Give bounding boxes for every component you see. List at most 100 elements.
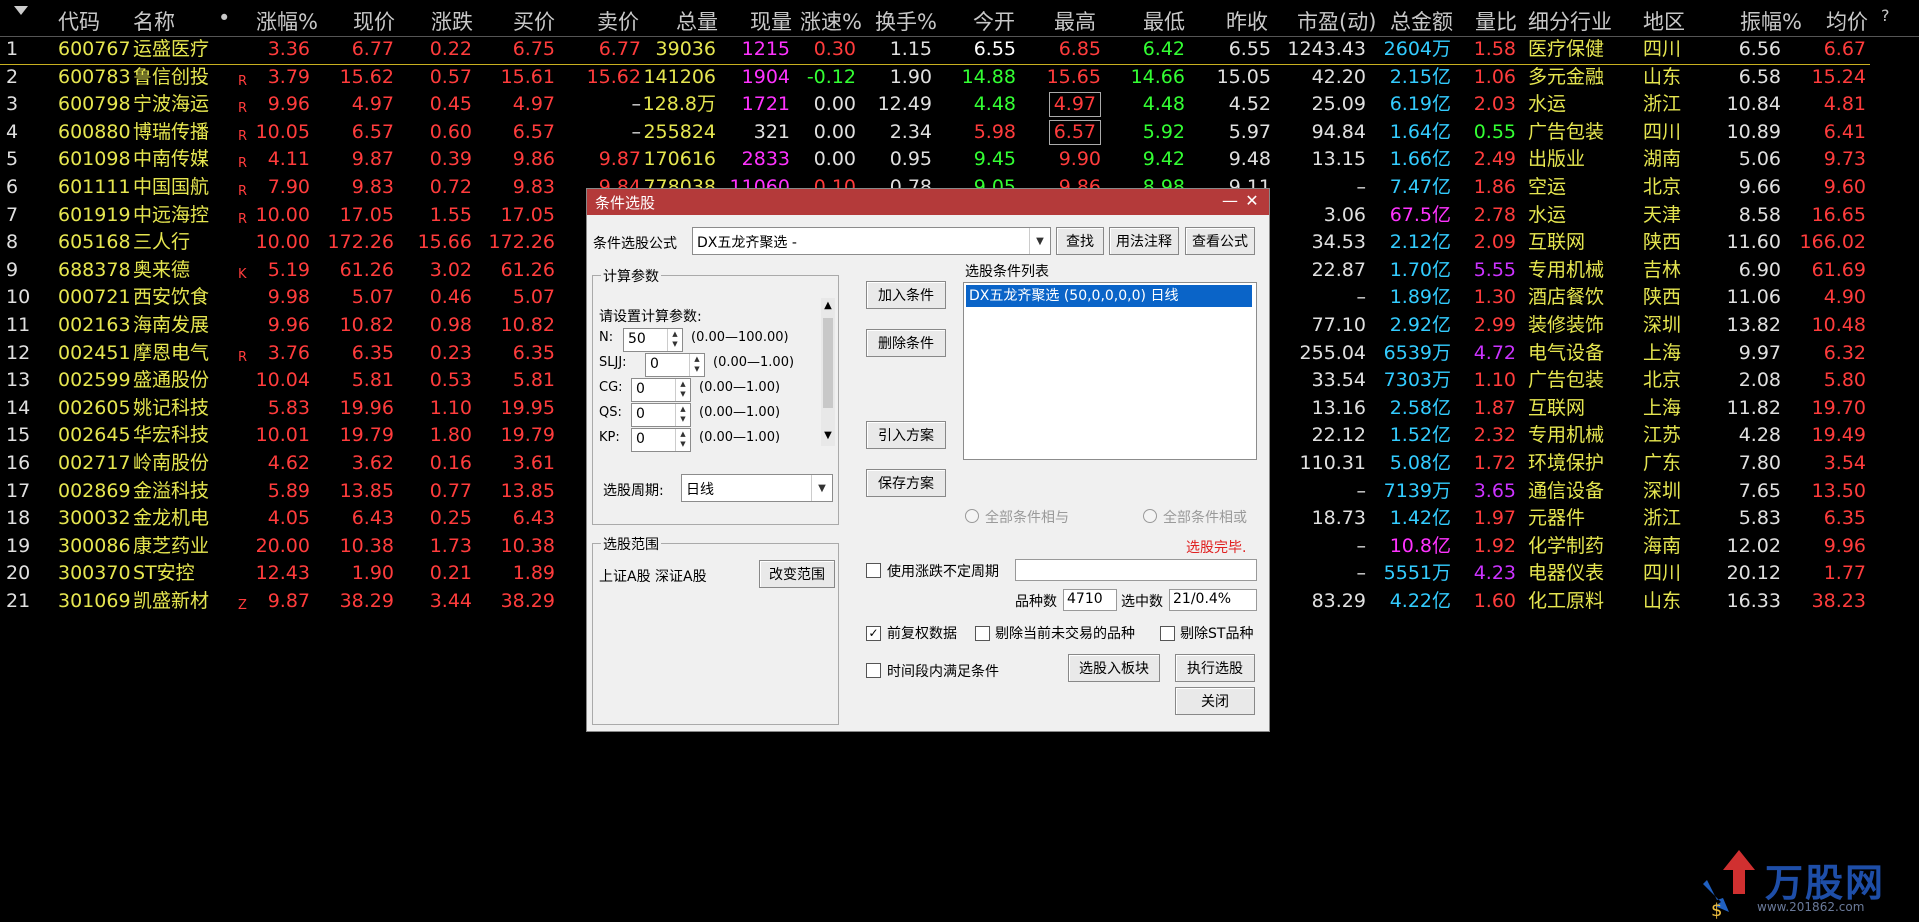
spin-arrows-icon[interactable]: ▲ ▼ <box>689 354 704 376</box>
cell-high: 9.90 <box>1058 148 1101 171</box>
cell-amplitude: 7.80 <box>1738 452 1781 474</box>
cell-pe: 13.16 <box>1311 396 1366 419</box>
cell-cur-vol: 1215 <box>741 38 790 60</box>
col-ask[interactable]: 卖价 <box>597 6 639 36</box>
execute-button[interactable]: 执行选股 <box>1175 654 1255 682</box>
cell-amount: 4.22亿 <box>1389 590 1451 612</box>
spin-arrows-icon[interactable]: ▲ ▼ <box>675 429 690 451</box>
param-spinner[interactable]: 0 ▲ ▼ <box>631 403 691 427</box>
col-pe[interactable]: 市盈(动) <box>1297 6 1376 36</box>
list-item[interactable]: DX五龙齐聚选 (50,0,0,0,0) 日线 <box>966 285 1252 307</box>
delete-condition-button[interactable]: 删除条件 <box>866 329 946 357</box>
scroll-down-icon[interactable]: ▼ <box>821 430 835 441</box>
radio-or[interactable] <box>1143 509 1157 523</box>
param-spinner[interactable]: 0 ▲ ▼ <box>631 428 691 452</box>
table-row[interactable]: 4 600880 博瑞传播 R 10.05 6.57 0.60 6.57–255824 321 0… <box>0 119 1870 147</box>
table-row[interactable]: 5 601098 中南传媒 R 4.11 9.87 0.39 9.86 9.87 170616 28… <box>0 146 1870 174</box>
cell-amplitude: 6.56 <box>1738 38 1781 60</box>
count-value: 4710 <box>1067 591 1103 607</box>
find-button[interactable]: 查找 <box>1056 227 1104 255</box>
col-price[interactable]: 现价 <box>353 6 395 36</box>
condition-list[interactable]: DX五龙齐聚选 (50,0,0,0,0) 日线 <box>963 282 1257 460</box>
cell-pe: 42.20 <box>1311 65 1366 88</box>
col-vol-ratio[interactable]: 量比 <box>1475 6 1517 36</box>
col-diff[interactable]: 涨跌 <box>431 6 473 36</box>
col-high[interactable]: 最高 <box>1054 6 1096 36</box>
sort-arrow-icon[interactable] <box>14 6 28 15</box>
col-region[interactable]: 地区 <box>1643 6 1685 36</box>
col-cur-vol[interactable]: 现量 <box>750 6 792 36</box>
cell-bid: 6.43 <box>512 507 555 530</box>
chevron-down-icon[interactable]: ▼ <box>1029 228 1050 254</box>
help-icon[interactable]: ? <box>1881 6 1890 25</box>
cell-amplitude: 5.83 <box>1738 507 1781 530</box>
watermark-url: www.201862.com <box>1757 900 1865 914</box>
cell-vol-ratio: 2.78 <box>1473 203 1516 226</box>
col-code[interactable]: 代码 <box>58 6 100 36</box>
spin-arrows-icon[interactable]: ▲ ▼ <box>675 404 690 426</box>
cell-amplitude: 2.08 <box>1738 369 1781 392</box>
col-turnover[interactable]: 换手% <box>875 6 937 36</box>
dialog-titlebar[interactable]: 条件选股 — ✕ <box>587 189 1269 215</box>
rights-checkbox[interactable]: ✓ <box>866 626 881 641</box>
minimize-icon[interactable]: — <box>1219 191 1241 210</box>
cell-name: 摩恩电气 <box>133 341 210 364</box>
param-spinner[interactable]: 50 ▲ ▼ <box>623 328 683 352</box>
col-prev[interactable]: 昨收 <box>1226 6 1268 36</box>
st-checkbox[interactable] <box>1160 626 1175 641</box>
col-chg-pct[interactable]: 涨幅% <box>256 6 318 36</box>
change-range-button[interactable]: 改变范围 <box>759 560 835 588</box>
untraded-checkbox[interactable] <box>975 626 990 641</box>
period-field[interactable] <box>1015 559 1257 581</box>
scroll-up-icon[interactable]: ▲ <box>821 300 835 311</box>
cell-code: 002869 <box>58 479 131 502</box>
formula-select[interactable]: DX五龙齐聚选 - ▼ <box>692 227 1051 255</box>
table-row[interactable]: 2 600783 鲁信创投 R 3.79 15.62 0.57 15.61 15.62 14120… <box>0 64 1870 92</box>
param-spinner[interactable]: 0 ▲ ▼ <box>645 353 705 377</box>
col-open[interactable]: 今开 <box>973 6 1015 36</box>
cell-pe: 94.84 <box>1311 120 1366 143</box>
col-dot[interactable]: • <box>218 6 230 30</box>
cell-chg-pct: 10.05 <box>255 120 310 143</box>
cell-name: 金溢科技 <box>133 479 210 502</box>
col-low[interactable]: 最低 <box>1143 6 1185 36</box>
spin-arrows-icon[interactable]: ▲ ▼ <box>675 379 690 401</box>
close-button[interactable]: 关闭 <box>1175 687 1255 715</box>
col-volume[interactable]: 总量 <box>676 6 718 36</box>
spin-arrows-icon[interactable]: ▲ ▼ <box>667 329 682 351</box>
cell-row-index: 8 <box>6 231 19 254</box>
col-amount[interactable]: 总金额 <box>1390 6 1453 36</box>
table-row[interactable]: 3 600798 宁波海运 R 9.96 4.97 0.45 4.97–128.8万 1721 0… <box>0 91 1870 119</box>
param-spinner[interactable]: 0 ▲ ▼ <box>631 378 691 402</box>
save-plan-button[interactable]: 保存方案 <box>866 469 946 497</box>
cell-cur-vol: 2833 <box>741 148 790 171</box>
col-amplitude[interactable]: 振幅% <box>1740 6 1802 36</box>
close-icon[interactable]: ✕ <box>1241 191 1263 210</box>
usage-button[interactable]: 用法注释 <box>1109 227 1179 255</box>
scroll-thumb[interactable] <box>823 318 833 408</box>
col-bid[interactable]: 买价 <box>513 6 555 36</box>
period-checkbox[interactable] <box>866 563 881 578</box>
view-formula-button[interactable]: 查看公式 <box>1185 227 1255 255</box>
to-block-button[interactable]: 选股入板块 <box>1068 654 1160 682</box>
table-row[interactable]: 1 600767 运盛医疗 3.36 6.77 0.22 6.75 6.77 39036 1215… <box>0 36 1870 65</box>
add-condition-button[interactable]: 加入条件 <box>866 281 946 309</box>
period-select[interactable]: 日线 ▼ <box>681 474 833 502</box>
time-checkbox-label: 时间段内满足条件 <box>887 664 999 680</box>
cell-industry: 出版业 <box>1528 148 1586 171</box>
chevron-down-icon[interactable]: ▼ <box>811 475 832 501</box>
cell-chg-pct: 4.62 <box>267 452 310 474</box>
cell-avg: 61.69 <box>1811 258 1866 281</box>
col-industry[interactable]: 细分行业 <box>1528 6 1612 36</box>
cell-name: ST安控 <box>133 562 195 585</box>
time-checkbox[interactable] <box>866 663 881 678</box>
cell-name: 中远海控 <box>133 203 210 226</box>
col-name[interactable]: 名称 <box>133 6 175 36</box>
col-avg[interactable]: 均价 <box>1826 6 1868 36</box>
col-speed[interactable]: 涨速% <box>800 6 862 36</box>
cell-name: 岭南股份 <box>133 452 210 474</box>
radio-and[interactable] <box>965 509 979 523</box>
params-scrollbar[interactable]: ▲ ▼ <box>821 298 835 446</box>
import-plan-button[interactable]: 引入方案 <box>866 421 946 449</box>
cell-name: 盛通股份 <box>133 369 210 392</box>
